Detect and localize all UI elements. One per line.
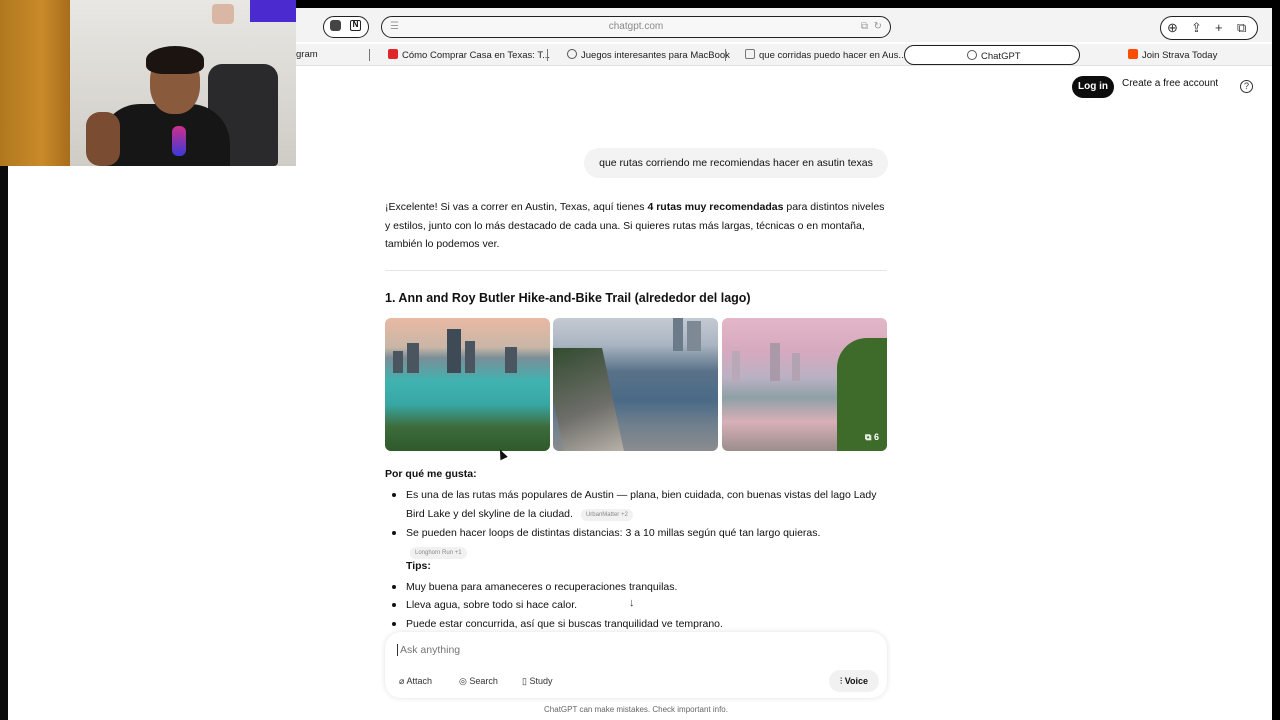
bookmark-separator <box>369 49 370 61</box>
page-icon <box>745 49 755 59</box>
help-icon[interactable]: ? <box>1240 80 1253 93</box>
route-photo-3[interactable]: ⧉ 6 <box>722 318 887 451</box>
bookmark-separator <box>547 49 548 61</box>
bookmark-chatgpt[interactable]: ChatGPT <box>904 45 1080 65</box>
bullet <box>392 531 396 535</box>
divider <box>385 270 887 271</box>
route-title: 1. Ann and Roy Butler Hike-and-Bike Trai… <box>385 291 751 305</box>
create-account-link[interactable]: Create a free account <box>1122 78 1218 89</box>
bookmark-corridas[interactable]: que corridas puedo hacer en Aus... <box>745 49 906 61</box>
attach-button[interactable]: ⌀ Attach <box>399 676 432 687</box>
new-tab-icon[interactable]: + <box>1215 20 1223 35</box>
download-icon[interactable]: ⊕ <box>1167 20 1178 36</box>
toolbar-actions: ⊕ ⇪ + ⧉ <box>1160 16 1258 40</box>
sidebar-toggle-button[interactable]: N <box>323 16 369 38</box>
bullet <box>392 603 396 607</box>
reload-icon[interactable]: ↻ <box>874 21 882 32</box>
disclaimer: ChatGPT can make mistakes. Check importa… <box>544 705 728 714</box>
scroll-down-icon[interactable]: ↓ <box>629 597 635 609</box>
bullet <box>392 585 396 589</box>
youtube-icon <box>388 49 398 59</box>
user-message: que rutas corriendo me recomiendas hacer… <box>584 148 888 178</box>
bookmark-separator <box>725 49 726 61</box>
list-item: Lleva agua, sobre todo si hace calor. <box>388 596 888 614</box>
chatgpt-icon <box>967 50 977 60</box>
list-item: Muy buena para amaneceres o recuperacion… <box>388 578 888 596</box>
tab-overview-icon[interactable]: ⧉ <box>1237 20 1246 36</box>
source-chip[interactable]: UrbanMatter +2 <box>580 508 633 521</box>
voice-button[interactable]: ⫶ Voice <box>829 670 879 692</box>
tab-grid-icon <box>330 20 341 31</box>
study-button[interactable]: ▯ Study <box>522 676 552 687</box>
source-chip[interactable]: Longhorn Run +1 <box>410 546 467 559</box>
address-bar[interactable]: ☰ chatgpt.com ⧉ ↻ <box>381 16 891 38</box>
share-icon[interactable]: ⇪ <box>1191 20 1202 36</box>
bookmark-youtube[interactable]: Cómo Comprar Casa en Texas: T... <box>388 49 550 61</box>
strava-icon <box>1128 49 1138 59</box>
screen: N ☰ chatgpt.com ⧉ ↻ ⊕ ⇪ + ⧉ gram Cómo Co… <box>0 0 1280 720</box>
route-photo-2[interactable] <box>553 318 718 451</box>
assistant-intro: ¡Excelente! Si vas a correr en Austin, T… <box>385 201 885 250</box>
list-item: Se pueden hacer loops de distintas dista… <box>388 524 888 560</box>
notion-icon: N <box>350 20 361 31</box>
photo-gallery-badge[interactable]: ⧉ 6 <box>865 432 879 443</box>
bookmark-instagram[interactable]: gram <box>296 49 318 60</box>
bullet <box>392 493 396 497</box>
url-text: chatgpt.com <box>608 21 664 32</box>
list-item: Es una de las rutas más populares de Aus… <box>388 486 888 526</box>
webcam-overlay <box>0 0 296 166</box>
why-heading: Por qué me gusta: <box>385 468 477 480</box>
composer: ⌀ Attach ◎ Search ▯ Study ⫶ Voice <box>385 632 887 698</box>
chatgpt-icon <box>567 49 577 59</box>
tips-heading: Tips: <box>406 560 431 572</box>
login-button[interactable]: Log in <box>1072 76 1114 98</box>
globe-icon: ◎ <box>459 676 470 686</box>
bookmark-juegos[interactable]: Juegos interesantes para MacBook <box>567 49 730 61</box>
bullet <box>392 622 396 626</box>
route-photo-1[interactable] <box>385 318 550 451</box>
prompt-input[interactable] <box>397 644 697 656</box>
gallery-icon: ⧉ <box>865 432 874 442</box>
bookmark-strava[interactable]: Join Strava Today <box>1128 49 1217 61</box>
list-item: Puede estar concurrida, así que si busca… <box>388 615 888 633</box>
translate-icon[interactable]: ⧉ <box>861 21 868 32</box>
search-button[interactable]: ◎ Search <box>459 676 498 687</box>
